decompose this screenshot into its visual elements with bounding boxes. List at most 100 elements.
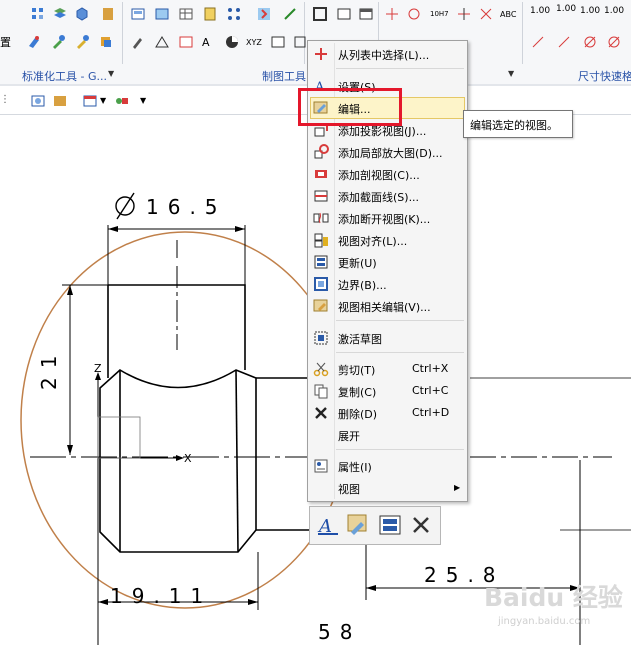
fit-tolerance-label[interactable]: 10H7 [430, 10, 449, 18]
diameter-dim-icon[interactable] [582, 34, 598, 50]
menu-item-label: 边界(B)... [338, 279, 387, 292]
section-view-icon [315, 170, 327, 178]
dim-text-height[interactable]: 21 [37, 347, 61, 390]
text-style-icon[interactable]: A [315, 512, 341, 538]
layout-icon[interactable] [82, 93, 98, 109]
menu-item-add-detail-view[interactable]: 添加局部放大图(D)... [308, 141, 467, 163]
view-fit-icon[interactable] [30, 93, 46, 109]
mini-toolbar: A [309, 506, 441, 545]
precision-b-label[interactable]: 1.00 [556, 4, 576, 14]
shapes-icon[interactable] [114, 93, 130, 109]
menu-item-properties[interactable]: 属性(I) [308, 455, 467, 477]
table-grid-icon[interactable] [178, 34, 194, 50]
pen-edit-icon[interactable] [130, 34, 146, 50]
menu-item-copy[interactable]: 复制(C) Ctrl+C [308, 380, 467, 402]
cross-select-icon [315, 48, 327, 60]
menu-item-boundary[interactable]: 边界(B)... [308, 273, 467, 295]
menu-item-label: 展开 [338, 430, 360, 443]
line-arrow-icon[interactable] [282, 6, 298, 22]
watermark: Baidu 经验 jingyan.baidu.com [478, 578, 628, 638]
center-mark-icon[interactable] [406, 6, 422, 22]
menu-item-activate-sketch[interactable]: 激活草图 [308, 327, 467, 349]
menu-item-update[interactable]: 更新(U) [308, 251, 467, 273]
frame-icon[interactable] [312, 6, 328, 22]
menu-item-label: 更新(U) [338, 257, 377, 270]
submenu-arrow-icon: ▶ [454, 483, 461, 492]
text-a-icon[interactable]: A [202, 36, 210, 49]
angle-dim-icon[interactable] [530, 34, 546, 50]
axis-x-label: X [184, 452, 192, 465]
ribbon-separator [304, 2, 305, 64]
delete-x-icon [315, 407, 327, 419]
baseline-dim-icon[interactable] [556, 34, 572, 50]
menu-separator [336, 320, 464, 321]
menu-item-view-submenu[interactable]: 视图 ▶ [308, 477, 467, 499]
dim-text-total[interactable]: 58 [318, 620, 361, 644]
menu-item-label: 剪切(T) [338, 364, 376, 377]
table-icon[interactable] [178, 6, 194, 22]
scissors-icon [313, 362, 329, 377]
datum-x-icon[interactable] [478, 6, 494, 22]
window-icon[interactable] [358, 6, 374, 22]
pie-section-icon[interactable] [224, 34, 240, 50]
menu-item-shortcut: Ctrl+D [412, 406, 450, 419]
group-expand-arrow-icon[interactable]: ▼ [508, 69, 514, 78]
menu-item-add-section-view[interactable]: 添加剖视图(C)... [308, 163, 467, 185]
grid-points-icon[interactable] [30, 6, 46, 22]
menu-separator [336, 449, 464, 450]
dropdown-arrow-icon[interactable]: ▼ [140, 96, 146, 105]
menu-item-cut[interactable]: 剪切(T) Ctrl+X [308, 358, 467, 380]
menu-item-expand[interactable]: 展开 [308, 424, 467, 446]
toolbar-grip-icon: ⋮ [0, 94, 10, 105]
cube-icon[interactable] [74, 6, 90, 22]
assembly-icon[interactable] [98, 34, 114, 50]
triangle-icon[interactable] [154, 34, 170, 50]
base-view-icon[interactable] [154, 6, 170, 22]
dropdown-arrow-icon[interactable]: ▼ [100, 96, 106, 105]
menu-item-add-section-line[interactable]: 添加截面线(S)... [308, 185, 467, 207]
dim-text-diameter[interactable]: 16.5 [146, 195, 227, 219]
close-x-icon[interactable] [408, 512, 434, 538]
wrench-yellow-icon[interactable] [74, 34, 90, 50]
small-frame-icon[interactable] [292, 34, 308, 50]
menu-item-label: 复制(C) [338, 386, 377, 399]
group-label-dimension-quick: 尺寸快速格 [578, 70, 631, 83]
view-arrow-icon[interactable] [256, 6, 272, 22]
align-view-icon [314, 233, 328, 248]
dimension-grid-icon[interactable] [384, 6, 400, 22]
diameter-dim-alt-icon[interactable] [606, 34, 622, 50]
wrench-edit-icon[interactable] [345, 512, 371, 538]
precision-d-label[interactable]: 1.00 [604, 6, 624, 16]
wrench-green-icon[interactable] [50, 34, 66, 50]
stacked-tool-icon[interactable] [100, 6, 116, 22]
hole-callout-icon[interactable] [456, 6, 472, 22]
menu-item-label: 删除(D) [338, 408, 378, 421]
note-icon[interactable] [202, 6, 218, 22]
group-label-standard-tools: 标准化工具 - G... [22, 70, 107, 83]
drawing-sheet-icon[interactable] [130, 6, 146, 22]
box-icon[interactable] [270, 34, 286, 50]
xyz-label[interactable]: XYZ [246, 38, 262, 47]
view-update-icon[interactable] [377, 512, 403, 538]
menu-item-view-align[interactable]: 视图对齐(L)... [308, 229, 467, 251]
menu-item-view-dependent-edit[interactable]: 视图相关编辑(V)... [308, 295, 467, 317]
abc-text-label[interactable]: ABC [500, 10, 516, 19]
left-partial-label: 置 [0, 36, 11, 49]
menu-item-delete[interactable]: 删除(D) Ctrl+D [308, 402, 467, 424]
precision-a-label[interactable]: 1.00 [530, 6, 550, 16]
menu-item-select-from-list[interactable]: 从列表中选择(L)... [308, 43, 467, 65]
points-grid-icon[interactable] [226, 6, 242, 22]
menu-item-label: 添加截面线(S)... [338, 191, 420, 204]
menu-separator [336, 352, 464, 353]
menu-item-shortcut: Ctrl+C [412, 384, 449, 397]
precision-c-label[interactable]: 1.00 [580, 6, 600, 16]
menu-item-add-break-view[interactable]: 添加断开视图(K)... [308, 207, 467, 229]
dim-text-bottom-width[interactable]: 19.11 [110, 584, 212, 608]
image-view-icon[interactable] [52, 93, 68, 109]
bolt-part-icon[interactable] [26, 34, 42, 50]
group-expand-arrow-icon[interactable]: ▼ [108, 69, 114, 78]
menu-item-label: 添加剖视图(C)... [338, 169, 420, 182]
properties-icon [314, 459, 328, 473]
layers-icon[interactable] [52, 6, 68, 22]
rectangle-view-icon[interactable] [336, 6, 352, 22]
